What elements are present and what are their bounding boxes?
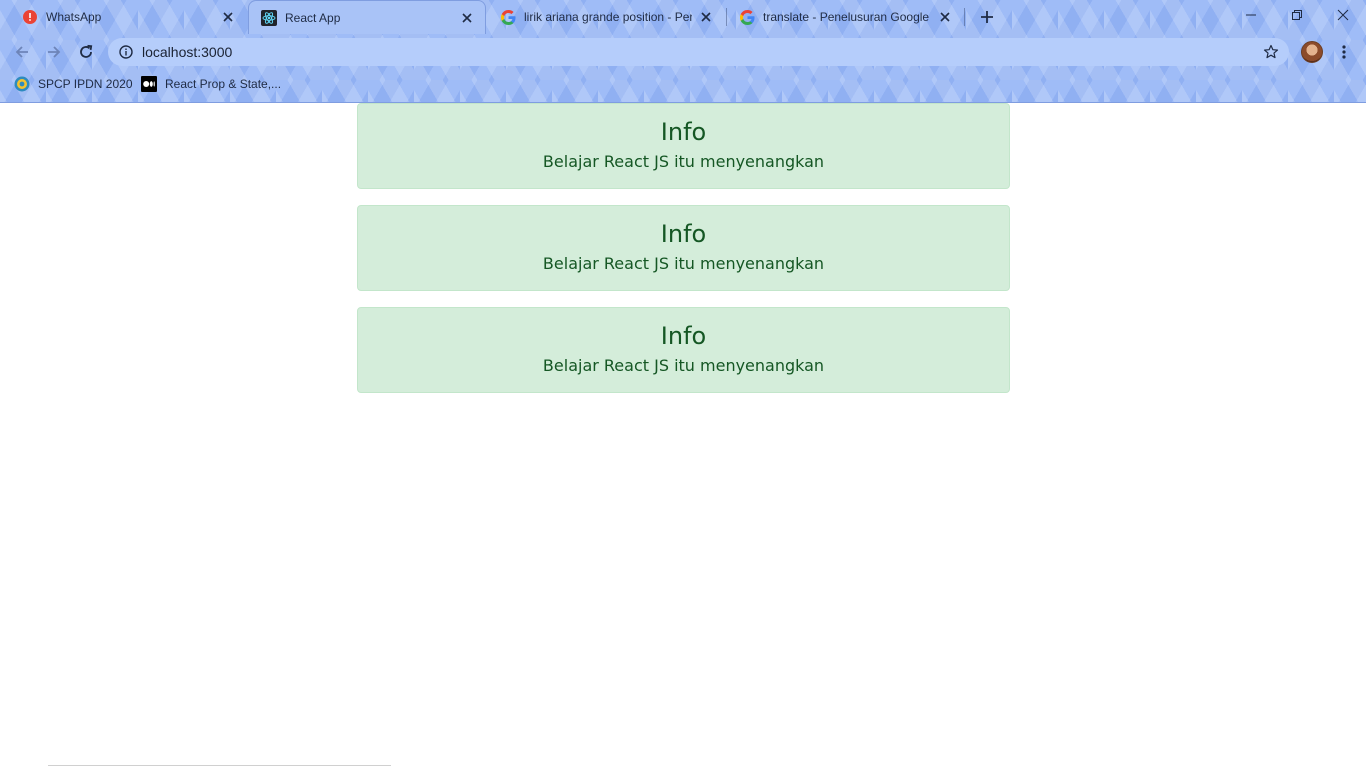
- close-icon[interactable]: [698, 9, 714, 25]
- info-alert: Info Belajar React JS itu menyenangkan: [357, 103, 1010, 189]
- alert-text: Belajar React JS itu menyenangkan: [542, 356, 825, 375]
- restore-button[interactable]: [1274, 0, 1320, 30]
- arrow-right-icon: [48, 46, 61, 58]
- tab-title: translate - Penelusuran Google: [763, 10, 930, 24]
- react-icon: [261, 9, 277, 26]
- star-icon[interactable]: [1261, 42, 1281, 62]
- medium-icon: [141, 76, 157, 92]
- more-vertical-icon: [1342, 45, 1346, 59]
- close-icon[interactable]: [220, 9, 236, 25]
- alert-heading: Info: [660, 322, 707, 350]
- tab-title: React App: [285, 10, 341, 25]
- back-button[interactable]: [8, 38, 36, 66]
- google-icon: [500, 9, 516, 25]
- alert-text: Belajar React JS itu menyenangkan: [542, 152, 825, 171]
- tab-google-lirik[interactable]: lirik ariana grande position - Penelusur…: [488, 0, 724, 34]
- bookmark-react-prop-state[interactable]: React Prop & State,...: [141, 74, 281, 94]
- tab-separator: [964, 8, 965, 26]
- alert-heading: Info: [660, 220, 707, 248]
- tab-title: WhatsApp: [46, 10, 102, 24]
- info-alert: Info Belajar React JS itu menyenangkan: [357, 307, 1010, 393]
- whatsapp-alert-icon: [22, 9, 38, 25]
- window-close-button[interactable]: [1320, 0, 1366, 30]
- restore-icon: [1292, 10, 1302, 20]
- plus-icon: [981, 11, 993, 23]
- arrow-left-icon: [15, 46, 28, 58]
- close-icon: [1337, 9, 1349, 21]
- url-text[interactable]: localhost:3000: [142, 44, 1261, 60]
- taskbar-edge: [48, 765, 391, 766]
- google-icon: [739, 9, 755, 25]
- tab-strip: WhatsApp React App lirik ariana grande p…: [0, 0, 1366, 34]
- forward-button[interactable]: [40, 38, 68, 66]
- reload-button[interactable]: [72, 38, 100, 66]
- alert-heading: Info: [660, 118, 707, 146]
- profile-avatar[interactable]: [1301, 41, 1323, 63]
- address-bar[interactable]: localhost:3000: [108, 38, 1289, 66]
- bookmark-spcp-ipdn[interactable]: SPCP IPDN 2020: [14, 74, 133, 94]
- browser-chrome: WhatsApp React App lirik ariana grande p…: [0, 0, 1366, 103]
- tab-whatsapp[interactable]: WhatsApp: [10, 0, 246, 34]
- page-content: Info Belajar React JS itu menyenangkan I…: [0, 103, 1366, 768]
- reload-icon: [80, 44, 93, 58]
- info-icon[interactable]: [118, 44, 134, 60]
- tab-google-translate[interactable]: translate - Penelusuran Google: [727, 0, 963, 34]
- info-alert: Info Belajar React JS itu menyenangkan: [357, 205, 1010, 291]
- tab-react-app[interactable]: React App: [248, 0, 486, 34]
- bookmark-label: SPCP IPDN 2020: [38, 77, 133, 91]
- ipdn-logo-icon: [14, 76, 30, 92]
- minimize-icon: [1246, 14, 1256, 16]
- alert-text: Belajar React JS itu menyenangkan: [542, 254, 825, 273]
- new-tab-button[interactable]: [976, 6, 998, 28]
- close-icon[interactable]: [937, 9, 953, 25]
- browser-menu-button[interactable]: [1334, 42, 1354, 62]
- browser-toolbar: localhost:3000: [0, 34, 1366, 70]
- tab-title: lirik ariana grande position - Penelusur…: [524, 10, 692, 24]
- close-icon[interactable]: [459, 10, 475, 26]
- bookmark-label: React Prop & State,...: [165, 77, 282, 91]
- minimize-button[interactable]: [1228, 0, 1274, 30]
- bookmarks-bar: SPCP IPDN 2020 React Prop & State,...: [0, 70, 1366, 98]
